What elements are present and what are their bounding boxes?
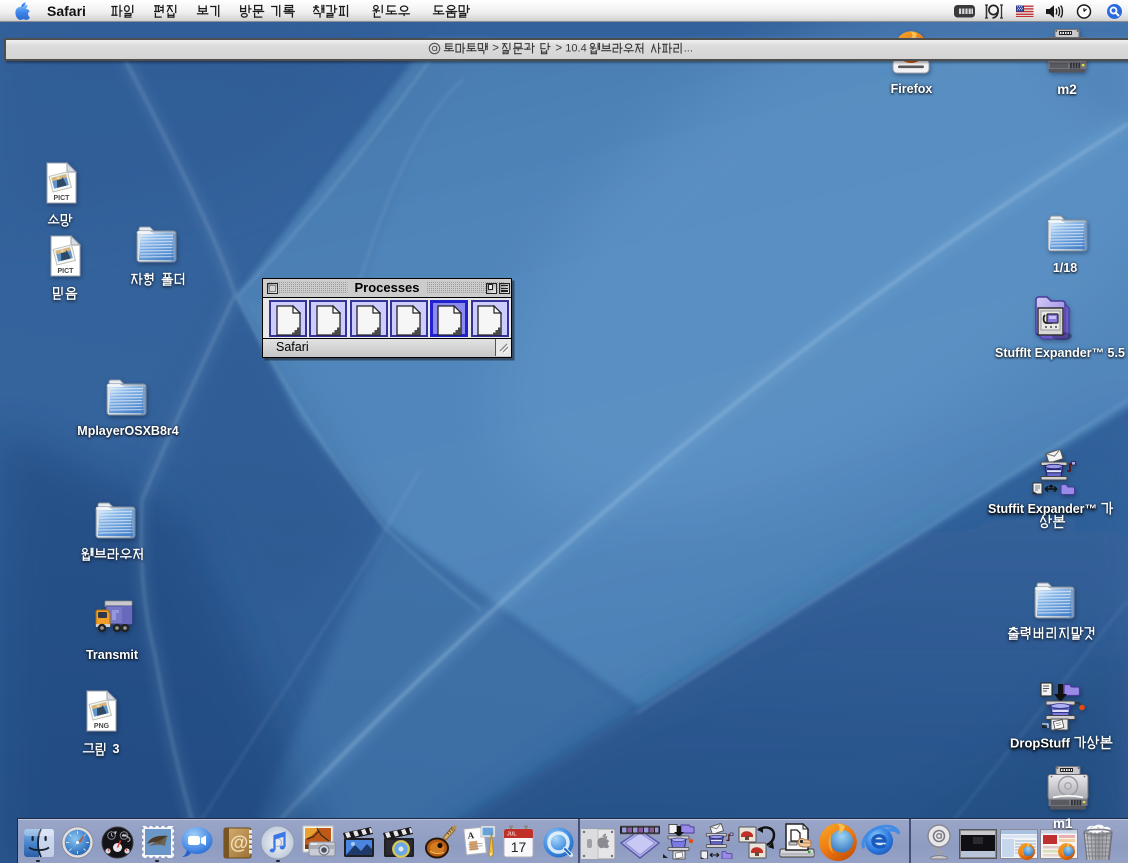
svg-text:PICT: PICT bbox=[58, 268, 75, 275]
svg-text:PNG: PNG bbox=[94, 723, 110, 730]
svg-text:@: @ bbox=[230, 833, 249, 854]
svg-text:JUL: JUL bbox=[507, 832, 516, 838]
svg-text:17: 17 bbox=[511, 839, 527, 855]
svg-text:PICT: PICT bbox=[54, 195, 71, 202]
